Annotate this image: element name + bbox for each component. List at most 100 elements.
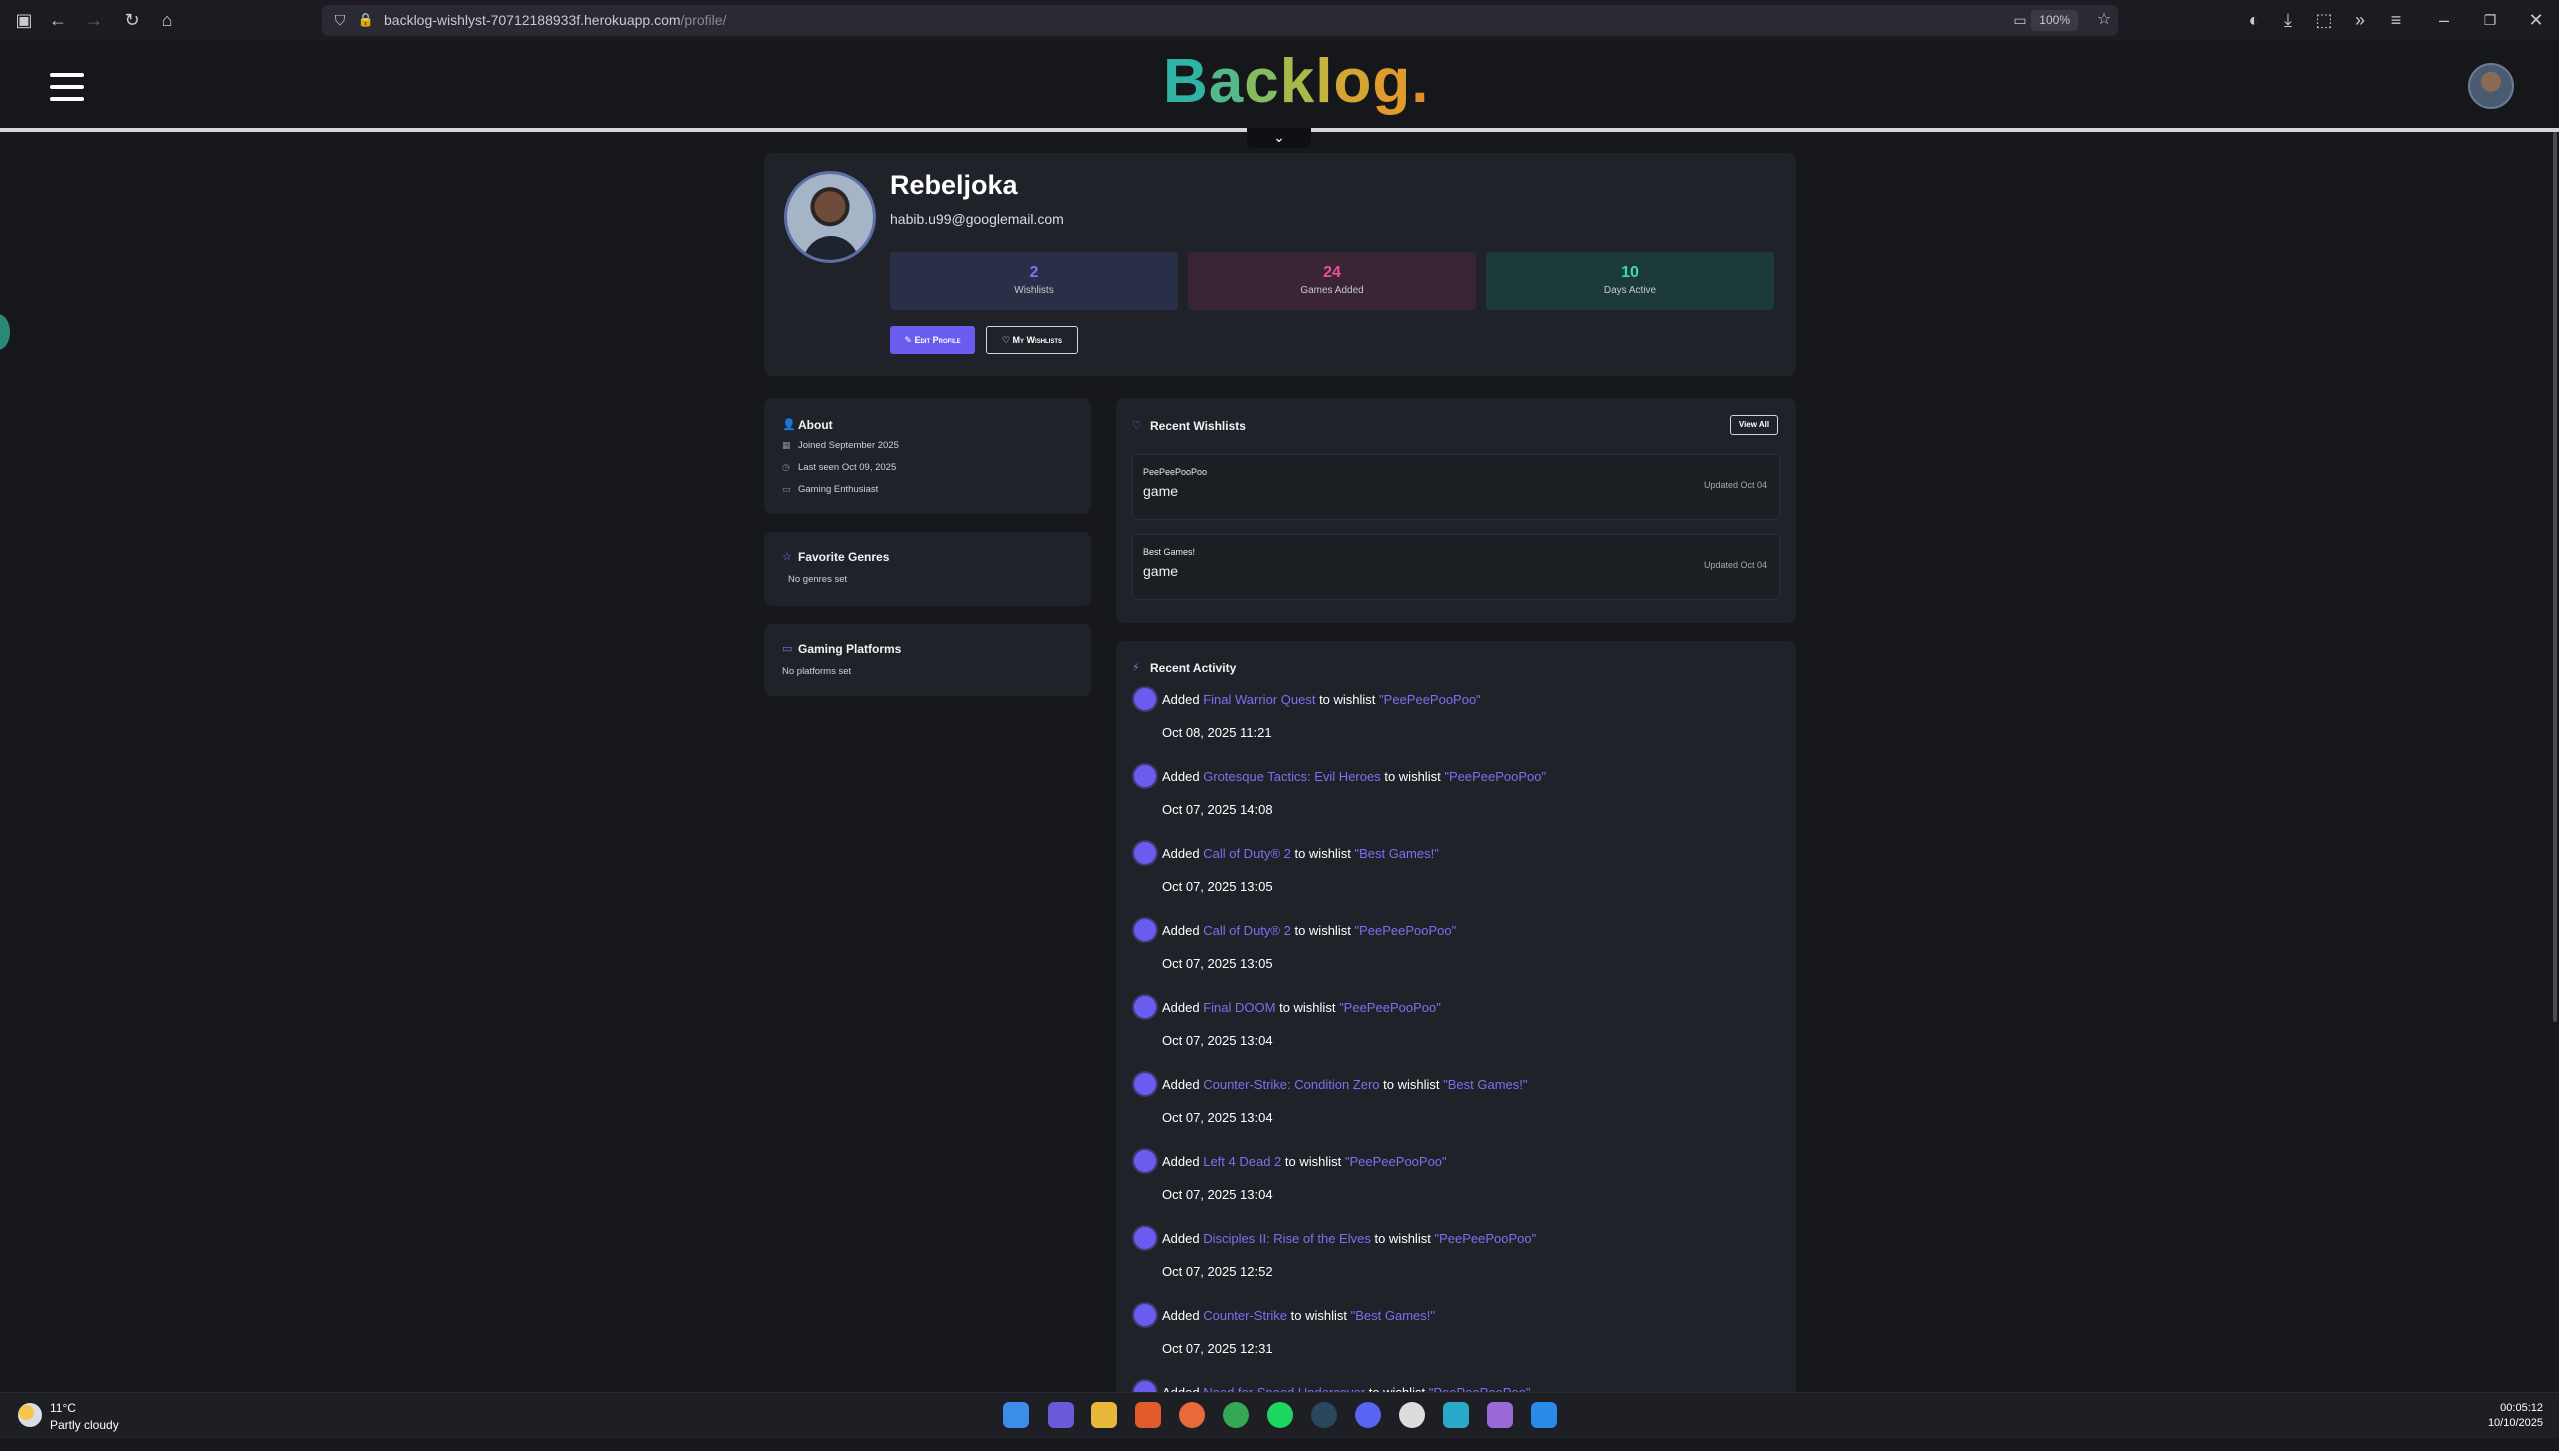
game-link[interactable]: Final DOOM — [1203, 1000, 1275, 1015]
activity-time: Oct 08, 2025 11:21 — [1162, 725, 1272, 740]
platforms-title: Gaming Platforms — [798, 642, 902, 656]
edit-icon: ✎ — [904, 335, 915, 345]
wishlist-link[interactable]: "PeePeePooPoo" — [1339, 1000, 1441, 1015]
steam-icon[interactable] — [1311, 1402, 1337, 1428]
file-explorer-icon[interactable] — [1091, 1402, 1117, 1428]
activity-item: Added Call of Duty® 2 to wishlist "Best … — [1134, 842, 1774, 912]
wishlist-link[interactable]: "PeePeePooPoo" — [1434, 1231, 1536, 1246]
user-icon: 👤 — [782, 419, 796, 431]
profile-avatar — [784, 171, 876, 263]
heart-icon: ♡ — [1001, 335, 1013, 345]
home-icon[interactable]: ⌂ — [155, 8, 179, 32]
game-link[interactable]: Disciples II: Rise of the Elves — [1203, 1231, 1371, 1246]
activity-dot-icon — [1134, 688, 1156, 710]
game-link[interactable]: Final Warrior Quest — [1203, 692, 1315, 707]
wishlist-link[interactable]: "Best Games!" — [1443, 1077, 1527, 1092]
recent-wishlists-title: Recent Wishlists — [1150, 419, 1246, 433]
game-link[interactable]: Grotesque Tactics: Evil Heroes — [1203, 769, 1381, 784]
my-wishlists-button[interactable]: ♡ My Wishlists — [986, 326, 1078, 354]
lock-icon[interactable]: 🔒 — [354, 8, 378, 32]
profile-name: Rebeljoka — [890, 170, 1018, 200]
wishlist-link[interactable]: "PeePeePooPoo" — [1379, 692, 1481, 707]
heart-icon: ♡ — [1132, 420, 1142, 432]
minimize-icon[interactable]: – — [2432, 8, 2456, 32]
scrollbar[interactable] — [2553, 132, 2557, 1022]
forward-icon[interactable]: → — [82, 8, 106, 32]
game-link[interactable]: Counter-Strike: Condition Zero — [1203, 1077, 1379, 1092]
calendar-icon: ▦ — [782, 440, 791, 450]
activity-item: Added Counter-Strike to wishlist "Best G… — [1134, 1304, 1774, 1374]
role-text: Gaming Enthusiast — [798, 484, 879, 495]
wishlist-link[interactable]: "PeePeePooPoo" — [1444, 769, 1546, 784]
star-icon: ☆ — [782, 551, 792, 563]
genres-title: Favorite Genres — [798, 550, 890, 564]
profile-card: Rebeljoka habib.u99@googlemail.com 2 Wis… — [764, 153, 1796, 376]
activity-item: Added Grotesque Tactics: Evil Heroes to … — [1134, 765, 1774, 835]
app-icon-2[interactable] — [1487, 1402, 1513, 1428]
bookmark-star-icon[interactable]: ☆ — [2092, 8, 2116, 32]
shield-icon[interactable]: ⛉ — [328, 8, 352, 32]
url-bar[interactable]: ⛉ 🔒 backlog-wishlyst-70712188933f.heroku… — [322, 5, 2118, 36]
activity-dot-icon — [1134, 842, 1156, 864]
activity-time: Oct 07, 2025 13:05 — [1162, 879, 1273, 894]
activity-dot-icon — [1134, 765, 1156, 787]
copilot-icon[interactable] — [1048, 1402, 1074, 1428]
download-icon[interactable]: ⤓ — [2276, 8, 2300, 32]
spotify-icon[interactable] — [1267, 1402, 1293, 1428]
activity-item: Added Call of Duty® 2 to wishlist "PeePe… — [1134, 919, 1774, 989]
start-icon[interactable] — [1003, 1402, 1029, 1428]
user-avatar[interactable] — [2468, 63, 2514, 109]
activity-dot-icon — [1134, 1227, 1156, 1249]
weather-icon[interactable] — [18, 1403, 42, 1427]
sidebar-toggle-icon[interactable]: ▣ — [12, 8, 36, 32]
activity-item: Added Final DOOM to wishlist "PeePeePooP… — [1134, 996, 1774, 1066]
extensions-icon[interactable]: ⬚ — [2312, 8, 2336, 32]
overflow-icon[interactable]: » — [2348, 8, 2372, 32]
wishlist-link[interactable]: "Best Games!" — [1354, 846, 1438, 861]
weather-desc: Partly cloudy — [50, 1418, 119, 1432]
edit-profile-button[interactable]: ✎ Edit Profile — [890, 326, 975, 354]
view-all-button[interactable]: View All — [1730, 415, 1778, 435]
chevron-down-icon[interactable]: ⌄ — [1247, 128, 1311, 148]
hamburger-menu-icon[interactable] — [50, 73, 84, 101]
activity-time: Oct 07, 2025 13:04 — [1162, 1033, 1273, 1048]
game-link[interactable]: Left 4 Dead 2 — [1203, 1154, 1281, 1169]
wishlist-link[interactable]: "Best Games!" — [1351, 1308, 1435, 1323]
brave-icon[interactable] — [1135, 1402, 1161, 1428]
discord-icon[interactable] — [1355, 1402, 1381, 1428]
app-icon[interactable] — [1443, 1402, 1469, 1428]
wishlist-item[interactable]: Best Games! game Updated Oct 04 — [1132, 534, 1780, 600]
game-link[interactable]: Counter-Strike — [1203, 1308, 1287, 1323]
close-icon[interactable]: ✕ — [2524, 8, 2548, 32]
recent-activity-title: Recent Activity — [1150, 661, 1237, 675]
platforms-empty: No platforms set — [782, 666, 852, 677]
back-icon[interactable]: ← — [46, 8, 70, 32]
menu-icon[interactable]: ≡ — [2384, 8, 2408, 32]
restore-icon[interactable]: ❐ — [2478, 8, 2502, 32]
chatgpt-icon[interactable] — [1399, 1402, 1425, 1428]
stat-days-active: 10 Days Active — [1486, 252, 1774, 310]
vscode-icon[interactable] — [1531, 1402, 1557, 1428]
platforms-card: ▭ Gaming Platforms No platforms set — [764, 624, 1091, 696]
firefox-icon[interactable] — [1179, 1402, 1205, 1428]
activity-item: Added Left 4 Dead 2 to wishlist "PeePeeP… — [1134, 1150, 1774, 1220]
chrome-icon[interactable] — [1223, 1402, 1249, 1428]
activity-dot-icon — [1134, 919, 1156, 941]
reload-icon[interactable]: ↻ — [120, 8, 144, 32]
reader-view-icon[interactable]: ▭ — [2008, 8, 2032, 32]
site-logo[interactable]: Backlog. — [1163, 46, 1429, 117]
zoom-level[interactable]: 100% — [2031, 10, 2078, 31]
game-link[interactable]: Call of Duty® 2 — [1203, 846, 1291, 861]
wishlist-link[interactable]: "PeePeePooPoo" — [1345, 1154, 1447, 1169]
weather-temp: 11°C — [50, 1401, 76, 1415]
stat-wishlists: 2 Wishlists — [890, 252, 1178, 310]
system-clock[interactable]: 00:05:12 10/10/2025 — [2488, 1401, 2543, 1431]
wishlist-link[interactable]: "PeePeePooPoo" — [1354, 923, 1456, 938]
activity-time: Oct 07, 2025 12:31 — [1162, 1341, 1273, 1356]
game-link[interactable]: Call of Duty® 2 — [1203, 923, 1291, 938]
profile-icon[interactable]: ◐ — [2242, 8, 2266, 32]
activity-dot-icon — [1134, 996, 1156, 1018]
wishlist-item[interactable]: PeePeePooPoo game Updated Oct 04 — [1132, 454, 1780, 520]
side-widget[interactable] — [0, 314, 10, 350]
recent-activity-card: ⚡ Recent Activity Added Final Warrior Qu… — [1116, 641, 1796, 1403]
